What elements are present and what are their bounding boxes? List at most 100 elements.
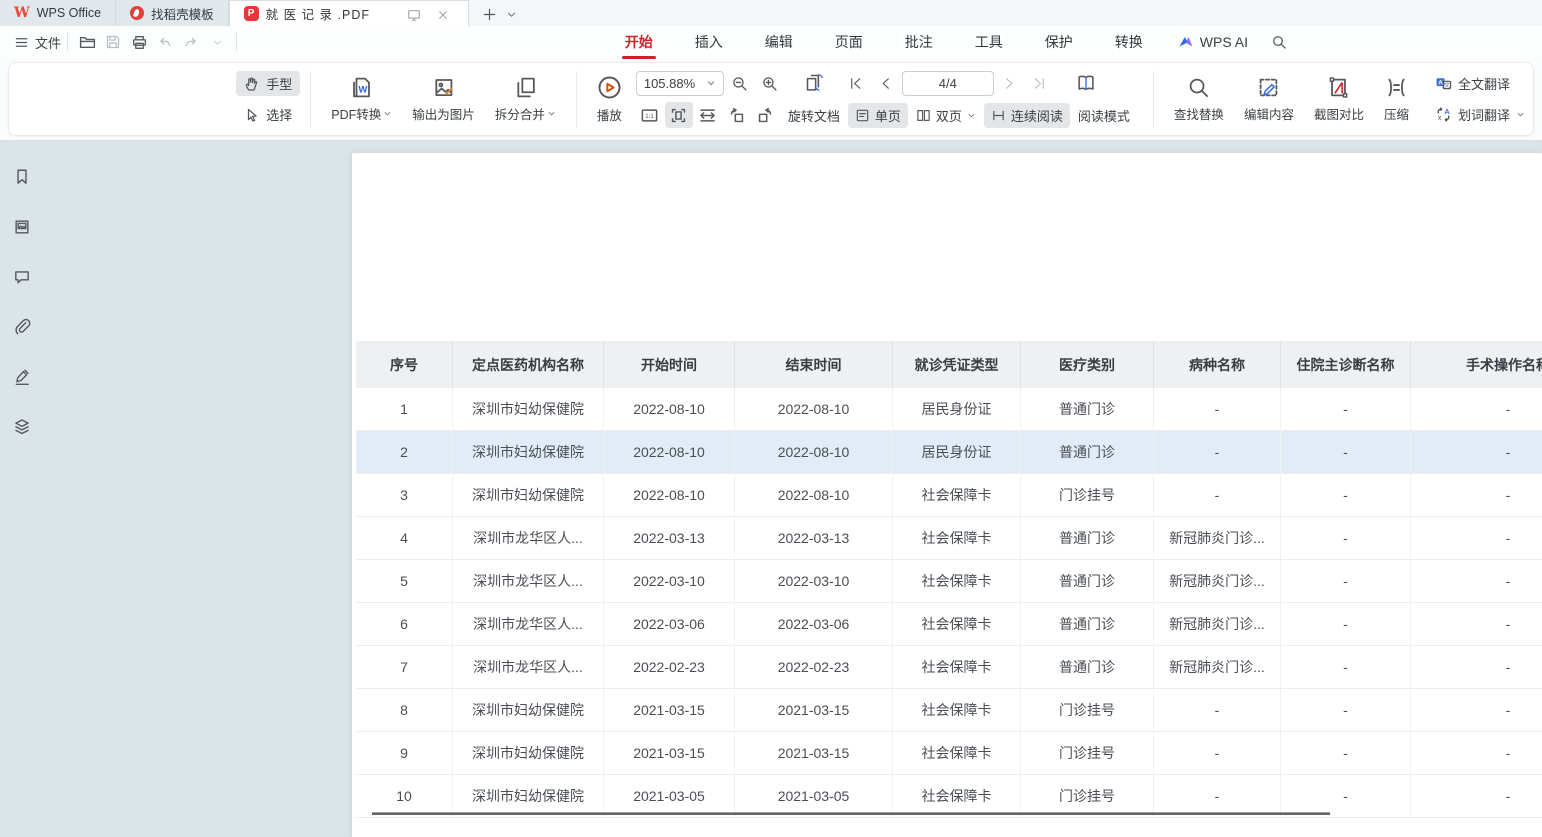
table-cell: 4 bbox=[356, 517, 453, 559]
tab-list-chevron-icon[interactable] bbox=[501, 3, 523, 25]
svg-text:A: A bbox=[1444, 107, 1450, 116]
file-menu-button[interactable]: 文件 bbox=[14, 33, 61, 52]
read-mode-button[interactable]: 阅读模式 bbox=[1071, 103, 1137, 128]
tab-wps-office[interactable]: W WPS Office bbox=[0, 0, 116, 26]
table-cell: 深圳市龙华区人... bbox=[453, 646, 604, 688]
table-cell: 社会保障卡 bbox=[893, 474, 1021, 516]
table-cell: 门诊挂号 bbox=[1021, 732, 1154, 774]
table-cell: 2022-02-23 bbox=[735, 646, 893, 688]
open-file-icon[interactable] bbox=[74, 30, 100, 54]
undo-history-chevron-icon[interactable] bbox=[204, 30, 230, 54]
ribbon-tab[interactable]: 工具 bbox=[954, 26, 1024, 58]
table-cell: 新冠肺炎门诊... bbox=[1154, 603, 1281, 645]
table-cell: - bbox=[1154, 689, 1281, 731]
table-cell: - bbox=[1281, 689, 1411, 731]
ribbon-tab[interactable]: 批注 bbox=[884, 26, 954, 58]
pdf-page: 序号定点医药机构名称开始时间结束时间就诊凭证类型医疗类别病种名称住院主诊断名称手… bbox=[352, 153, 1542, 837]
edit-content-label: 编辑内容 bbox=[1244, 104, 1294, 123]
export-image-button[interactable]: 输出为图片 bbox=[402, 72, 485, 127]
signature-panel-icon[interactable] bbox=[8, 363, 36, 391]
first-page-icon[interactable] bbox=[842, 70, 870, 96]
table-cell: 深圳市妇幼保健院 bbox=[453, 689, 604, 731]
bookmarks-panel-icon[interactable] bbox=[8, 163, 36, 191]
tab-document-pdf[interactable]: P 就 医 记 录 .PDF bbox=[229, 0, 469, 26]
rotate-pages-icon[interactable] bbox=[800, 70, 828, 96]
undo-icon[interactable] bbox=[152, 30, 178, 54]
table-cell: 普通门诊 bbox=[1021, 431, 1154, 473]
table-cell: 2022-03-10 bbox=[604, 560, 735, 602]
table-cell: - bbox=[1281, 732, 1411, 774]
ribbon-tab[interactable]: 编辑 bbox=[744, 26, 814, 58]
table-cell: 2 bbox=[356, 431, 453, 473]
previous-page-icon[interactable] bbox=[872, 70, 900, 96]
table-cell: 深圳市妇幼保健院 bbox=[453, 775, 604, 817]
zoom-level-select[interactable]: 105.88% bbox=[636, 71, 724, 96]
rotate-right-icon[interactable] bbox=[752, 102, 780, 128]
docer-icon bbox=[130, 6, 144, 20]
ribbon-search-icon[interactable] bbox=[1266, 30, 1292, 54]
table-row: 1深圳市妇幼保健院2022-08-102022-08-10居民身份证普通门诊--… bbox=[356, 388, 1542, 431]
ribbon-tab[interactable]: 页面 bbox=[814, 26, 884, 58]
rotate-document-label: 旋转文档 bbox=[788, 106, 840, 125]
continuous-read-label: 连续阅读 bbox=[1011, 106, 1063, 125]
play-button[interactable]: 播放 bbox=[587, 71, 632, 128]
chevron-down-icon bbox=[1516, 110, 1525, 119]
zoom-in-icon[interactable] bbox=[756, 70, 784, 96]
print-icon[interactable] bbox=[126, 30, 152, 54]
rotate-document-button[interactable]: 旋转文档 bbox=[781, 103, 847, 128]
double-page-button[interactable]: 双页 bbox=[909, 103, 983, 128]
ribbon-tab[interactable]: 开始 bbox=[604, 26, 674, 58]
zoom-out-icon[interactable] bbox=[726, 70, 754, 96]
attachments-panel-icon[interactable] bbox=[8, 313, 36, 341]
rotate-left-icon[interactable] bbox=[723, 102, 751, 128]
table-cell: 深圳市妇幼保健院 bbox=[453, 732, 604, 774]
find-replace-button[interactable]: 查找替换 bbox=[1164, 72, 1234, 127]
full-translate-button[interactable]: A文 全文翻译 bbox=[1427, 71, 1533, 96]
table-cell: 2022-08-10 bbox=[604, 474, 735, 516]
table-cell: - bbox=[1281, 603, 1411, 645]
play-label: 播放 bbox=[597, 105, 622, 124]
comments-panel-icon[interactable] bbox=[8, 263, 36, 291]
medical-records-table: 序号定点医药机构名称开始时间结束时间就诊凭证类型医疗类别病种名称住院主诊断名称手… bbox=[356, 341, 1542, 818]
thumbnails-panel-icon[interactable] bbox=[8, 213, 36, 241]
single-page-button[interactable]: 单页 bbox=[848, 103, 908, 128]
actual-size-icon[interactable]: 1:1 bbox=[636, 102, 664, 128]
table-cell: 社会保障卡 bbox=[893, 689, 1021, 731]
read-mode-icon[interactable] bbox=[1072, 70, 1100, 96]
word-translate-button[interactable]: xA 划词翻译 bbox=[1427, 102, 1533, 127]
table-cell: 2021-03-15 bbox=[735, 689, 893, 731]
play-icon bbox=[597, 75, 622, 100]
left-panel-rail bbox=[0, 141, 44, 837]
wps-logo-icon: W bbox=[14, 6, 30, 20]
ribbon-tab[interactable]: 保护 bbox=[1024, 26, 1094, 58]
edit-content-button[interactable]: 编辑内容 bbox=[1234, 72, 1304, 127]
new-tab-button[interactable] bbox=[479, 3, 501, 25]
wps-ai-button[interactable]: WPS AI bbox=[1178, 34, 1248, 50]
close-tab-icon[interactable] bbox=[432, 4, 454, 26]
page-indicator-input[interactable] bbox=[902, 71, 994, 96]
chevron-down-icon bbox=[547, 109, 556, 118]
continuous-read-button[interactable]: 连续阅读 bbox=[984, 103, 1070, 128]
save-icon[interactable] bbox=[100, 30, 126, 54]
last-page-icon[interactable] bbox=[1026, 70, 1054, 96]
table-cell: 普通门诊 bbox=[1021, 517, 1154, 559]
ribbon-tab[interactable]: 转换 bbox=[1094, 26, 1164, 58]
fit-width-icon[interactable] bbox=[694, 102, 722, 128]
screenshot-compare-button[interactable]: 截图对比 bbox=[1304, 72, 1374, 127]
next-page-icon[interactable] bbox=[996, 70, 1024, 96]
table-cell: 门诊挂号 bbox=[1021, 775, 1154, 817]
table-row: 5深圳市龙华区人...2022-03-102022-03-10社会保障卡普通门诊… bbox=[356, 560, 1542, 603]
monitor-icon[interactable] bbox=[403, 4, 425, 26]
tab-docer-templates[interactable]: 找稻壳模板 bbox=[116, 0, 229, 26]
redo-icon[interactable] bbox=[178, 30, 204, 54]
ribbon-tab[interactable]: 插入 bbox=[674, 26, 744, 58]
hand-tool-button[interactable]: 手型 bbox=[236, 71, 300, 96]
compress-button[interactable]: 压缩 bbox=[1374, 72, 1419, 127]
split-merge-button[interactable]: 拆分合并 bbox=[485, 72, 566, 127]
pdf-convert-button[interactable]: W PDF转换 bbox=[321, 72, 402, 127]
fit-page-icon[interactable] bbox=[665, 102, 693, 128]
layers-panel-icon[interactable] bbox=[8, 413, 36, 441]
table-row: 6深圳市龙华区人...2022-03-062022-03-06社会保障卡普通门诊… bbox=[356, 603, 1542, 646]
select-tool-button[interactable]: 选择 bbox=[236, 102, 300, 127]
double-page-icon bbox=[916, 108, 931, 123]
